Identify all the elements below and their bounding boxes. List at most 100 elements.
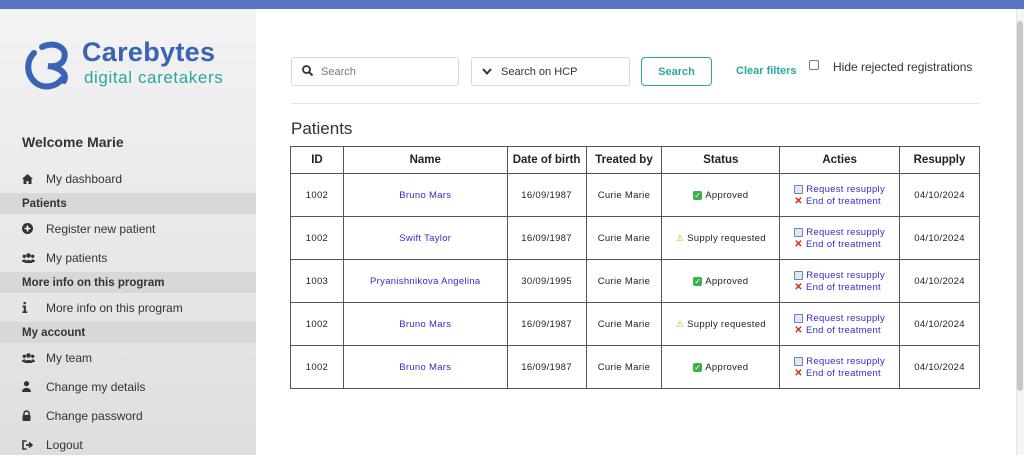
end-treatment-label: End of treatment bbox=[805, 367, 881, 379]
patient-name-link[interactable]: Swift Taylor bbox=[342, 216, 508, 260]
column-header-name: Name bbox=[342, 146, 508, 174]
page-scrollbar[interactable] bbox=[1016, 9, 1024, 455]
actions-group: Request resupply ✕ End of treatment bbox=[794, 313, 885, 336]
search-scope-value: Search on HCP bbox=[501, 65, 578, 78]
check-icon: ✓ bbox=[693, 276, 703, 286]
request-resupply-link[interactable]: Request resupply bbox=[794, 313, 885, 324]
search-box[interactable] bbox=[291, 57, 459, 86]
plus-circle-icon bbox=[22, 223, 46, 234]
cell-dob: 16/09/1987 bbox=[506, 345, 587, 389]
filter-toolbar: Search on HCP Search Clear filters Hide … bbox=[291, 57, 991, 86]
sidebar-nav: My dashboard Patients Register new patie… bbox=[0, 164, 256, 459]
sidebar-section-patients: Patients bbox=[0, 193, 256, 214]
sidebar-item-my-patients[interactable]: My patients bbox=[0, 243, 256, 272]
search-button[interactable]: Search bbox=[641, 57, 712, 86]
sidebar-item-dashboard[interactable]: My dashboard bbox=[0, 164, 256, 193]
end-treatment-label: End of treatment bbox=[805, 238, 881, 250]
check-icon: ✓ bbox=[693, 362, 703, 372]
cell-status: ✓ Approved bbox=[661, 345, 781, 389]
table-row: 1002 Bruno Mars 16/09/1987 Curie Marie ⚠ Supp… bbox=[290, 302, 980, 346]
end-treatment-link[interactable]: ✕ End of treatment bbox=[794, 325, 881, 336]
cell-id: 1002 bbox=[290, 345, 344, 389]
clear-filters-link[interactable]: Clear filters bbox=[736, 65, 797, 77]
table-row: 1002 Bruno Mars 16/09/1987 Curie Marie ✓ Appr… bbox=[290, 345, 980, 389]
end-treatment-label: End of treatment bbox=[805, 324, 881, 336]
sidebar-item-change-details[interactable]: Change my details bbox=[0, 372, 256, 401]
end-treatment-label: End of treatment bbox=[805, 281, 881, 293]
end-treatment-link[interactable]: ✕ End of treatment bbox=[794, 239, 881, 250]
request-resupply-label: Request resupply bbox=[806, 183, 885, 195]
brand-name: Carebytes bbox=[82, 37, 216, 67]
column-header-resupply: Resupply bbox=[899, 146, 980, 174]
warning-icon: ⚠ bbox=[675, 318, 685, 329]
end-treatment-link[interactable]: ✕ End of treatment bbox=[794, 282, 881, 293]
cell-id: 1002 bbox=[290, 173, 344, 217]
end-treatment-link[interactable]: ✕ End of treatment bbox=[794, 196, 881, 207]
search-icon bbox=[302, 63, 314, 81]
sidebar-item-label: Change my details bbox=[46, 379, 146, 394]
home-icon bbox=[22, 173, 46, 184]
chevron-down-icon bbox=[482, 68, 492, 75]
actions-group: Request resupply ✕ End of treatment bbox=[794, 356, 885, 379]
scrollbar-thumb[interactable] bbox=[1017, 21, 1023, 391]
cell-dob: 16/09/1987 bbox=[506, 216, 587, 260]
request-resupply-link[interactable]: Request resupply bbox=[794, 227, 885, 238]
patient-name-link[interactable]: Bruno Mars bbox=[342, 173, 508, 217]
table-row: 1003 Pryanishnikova Angelina 30/09/1995 Cur… bbox=[290, 259, 980, 303]
cell-resupply: 04/10/2024 bbox=[899, 345, 980, 389]
welcome-text: Welcome Marie bbox=[22, 134, 124, 150]
cell-id: 1003 bbox=[290, 259, 344, 303]
request-resupply-link[interactable]: Request resupply bbox=[794, 356, 885, 367]
close-icon: ✕ bbox=[794, 367, 803, 379]
cell-status: ⚠ Supply requested bbox=[661, 302, 781, 346]
search-input[interactable] bbox=[321, 65, 451, 78]
request-resupply-label: Request resupply bbox=[806, 312, 885, 324]
close-icon: ✕ bbox=[794, 195, 803, 207]
request-resupply-link[interactable]: Request resupply bbox=[794, 184, 885, 195]
cell-dob: 16/09/1987 bbox=[506, 302, 587, 346]
end-treatment-link[interactable]: ✕ End of treatment bbox=[794, 368, 881, 379]
cell-actions: Request resupply ✕ End of treatment bbox=[779, 173, 901, 217]
cell-actions: Request resupply ✕ End of treatment bbox=[779, 259, 901, 303]
request-resupply-link[interactable]: Request resupply bbox=[794, 270, 885, 281]
status-badge: ✓ Approved bbox=[693, 362, 748, 373]
hide-rejected-checkbox[interactable] bbox=[809, 60, 819, 70]
cell-dob: 16/09/1987 bbox=[506, 173, 587, 217]
sidebar-item-my-team[interactable]: My team bbox=[0, 343, 256, 372]
table-row: 1002 Bruno Mars 16/09/1987 Curie Marie ✓ Appr… bbox=[290, 173, 980, 217]
sidebar-item-label: My dashboard bbox=[46, 171, 123, 186]
search-scope-select[interactable]: Search on HCP bbox=[471, 57, 630, 86]
cell-resupply: 04/10/2024 bbox=[899, 173, 980, 217]
patient-name-link[interactable]: Pryanishnikova Angelina bbox=[342, 259, 508, 303]
cell-resupply: 04/10/2024 bbox=[899, 216, 980, 260]
status-text: Approved bbox=[705, 189, 749, 201]
cell-status: ✓ Approved bbox=[661, 259, 781, 303]
cell-treated-by: Curie Marie bbox=[585, 259, 663, 303]
cell-treated-by: Curie Marie bbox=[585, 302, 663, 346]
sidebar-section-more-info: More info on this program bbox=[0, 272, 256, 293]
cell-dob: 30/09/1995 bbox=[506, 259, 587, 303]
sidebar-item-change-password[interactable]: Change password bbox=[0, 401, 256, 430]
sidebar-item-program-info[interactable]: More info on this program bbox=[0, 293, 256, 322]
logout-icon bbox=[22, 439, 46, 450]
request-icon bbox=[794, 356, 804, 366]
patient-name-link[interactable]: Bruno Mars bbox=[342, 345, 508, 389]
status-text: Supply requested bbox=[687, 232, 766, 244]
sidebar-item-label: Register new patient bbox=[46, 221, 156, 236]
table-header-row: ID Name Date of birth Treated by Status … bbox=[290, 146, 980, 174]
cell-treated-by: Curie Marie bbox=[585, 216, 663, 260]
request-icon bbox=[794, 313, 804, 323]
info-icon bbox=[22, 302, 46, 313]
table-row: 1002 Swift Taylor 16/09/1987 Curie Marie ⚠ Su… bbox=[290, 216, 980, 260]
page-title: Patients bbox=[291, 119, 353, 138]
logo: Carebytes digital caretakers bbox=[24, 37, 244, 97]
top-bar bbox=[0, 0, 1024, 9]
patient-name-link[interactable]: Bruno Mars bbox=[342, 302, 508, 346]
brand-tagline: digital caretakers bbox=[84, 68, 224, 87]
sidebar: Carebytes digital caretakers Welcome Mar… bbox=[0, 9, 256, 455]
sidebar-item-label: More info on this program bbox=[46, 300, 183, 315]
cell-id: 1002 bbox=[290, 216, 344, 260]
request-icon bbox=[794, 227, 804, 237]
sidebar-item-register-patient[interactable]: Register new patient bbox=[0, 214, 256, 243]
request-resupply-label: Request resupply bbox=[806, 355, 885, 367]
